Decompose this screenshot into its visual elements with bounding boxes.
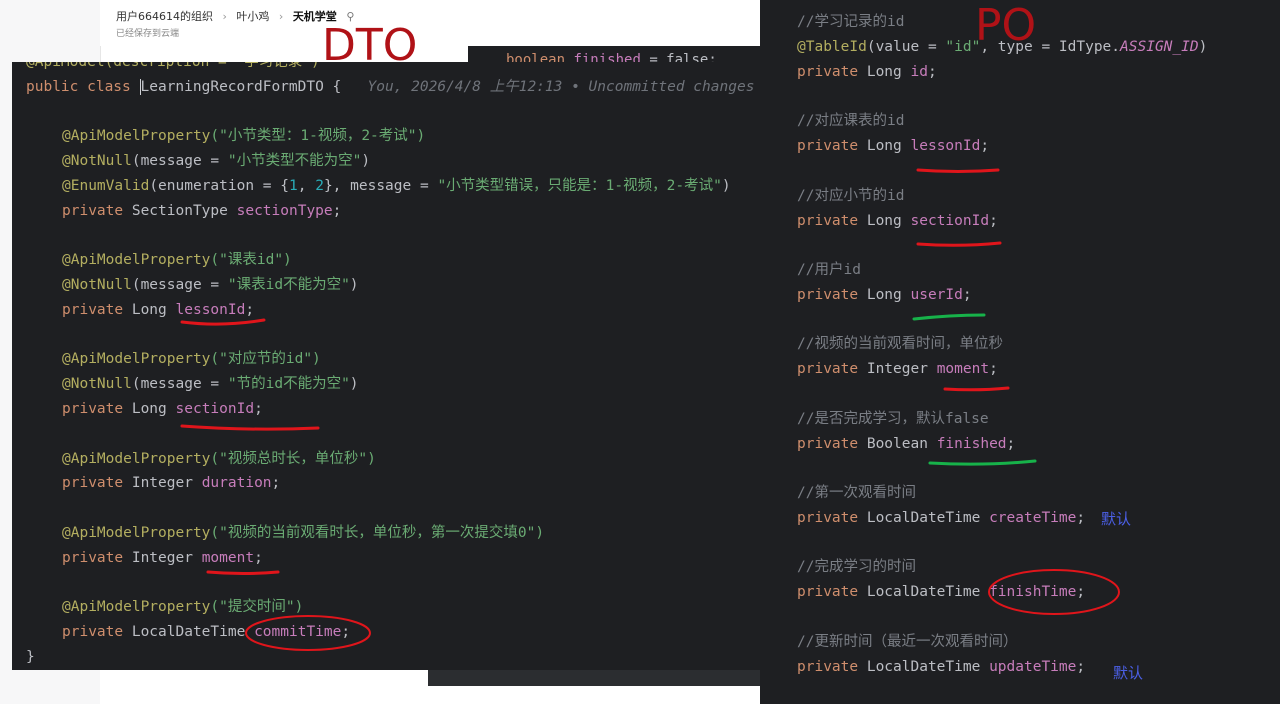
- underline-mark: [912, 313, 986, 321]
- underline-mark: [928, 459, 1037, 466]
- circle-mark: [988, 569, 1120, 615]
- underline-mark: [180, 318, 266, 326]
- underline-mark: [916, 241, 1002, 247]
- underline-mark: [206, 570, 280, 575]
- circle-mark: [245, 615, 371, 651]
- underline-mark: [180, 424, 320, 431]
- underline-mark: [916, 168, 1000, 173]
- underline-mark: [943, 386, 1010, 392]
- annotation-marks-overlay: [180, 168, 1120, 651]
